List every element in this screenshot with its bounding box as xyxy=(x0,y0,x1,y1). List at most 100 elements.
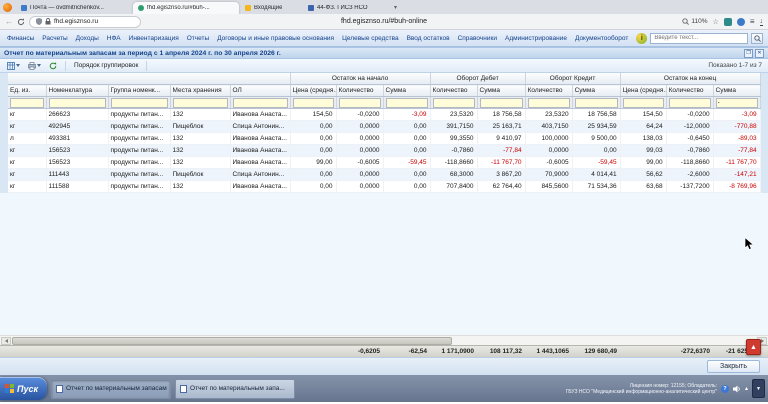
grid-cell: 64,24 xyxy=(620,120,667,133)
info-icon[interactable]: i xyxy=(636,32,648,44)
help-icon[interactable]: ? xyxy=(720,384,729,393)
close-button[interactable]: Закрыть xyxy=(707,360,760,373)
column-header[interactable]: Сумма xyxy=(713,84,761,97)
account-icon[interactable] xyxy=(736,17,745,26)
filter-input[interactable] xyxy=(622,98,664,108)
grid-cell: 9 500,00 xyxy=(572,132,621,145)
table-row[interactable]: л 493381 продукты питан... 132 Иванова Анаст… xyxy=(8,132,761,145)
scroll-left-icon[interactable] xyxy=(1,336,11,345)
column-header[interactable]: Группа номенк... xyxy=(108,84,171,97)
column-header[interactable]: Ед. из. xyxy=(8,84,47,97)
print-button[interactable] xyxy=(25,60,44,71)
filter-cell xyxy=(8,96,47,109)
menu-item-calculations[interactable]: Расчеты xyxy=(42,35,67,42)
menu-item-target-funds[interactable]: Целевые средства xyxy=(342,35,399,42)
column-header[interactable]: Сумма xyxy=(572,84,621,97)
total-cell: 129 680,49 xyxy=(584,348,617,355)
column-header[interactable]: Цена (средня... xyxy=(620,84,667,97)
zoom-indicator[interactable]: 110% xyxy=(682,18,708,25)
browser-tab-mail[interactable]: Почта — ovdmitrichenkov... xyxy=(16,2,132,14)
filter-input[interactable] xyxy=(48,98,106,108)
column-header[interactable]: Количество xyxy=(336,84,384,97)
browser-logo-icon[interactable] xyxy=(3,3,12,12)
menu-item-reports[interactable]: Отчеты xyxy=(187,35,209,42)
menu-item-nfa[interactable]: НФА xyxy=(107,35,121,42)
browser-tab-fhd[interactable]: fhd.egisznso.ru/#buh-... xyxy=(133,2,239,14)
filter-input[interactable] xyxy=(172,98,228,108)
address-bar[interactable]: fhd.egisznso.ru xyxy=(29,15,141,28)
total-cell: 1 443,1065 xyxy=(536,348,569,355)
taskbar-task-2[interactable]: Отчет по материальным запа... xyxy=(175,378,296,399)
page-title: Отчет по материальным запасам за период … xyxy=(4,49,281,57)
filter-input[interactable] xyxy=(232,98,288,108)
column-header[interactable]: Сумма xyxy=(477,84,526,97)
grid-cell: 0,00 xyxy=(290,180,337,193)
back-icon[interactable]: ← xyxy=(5,17,13,26)
grouping-order-button[interactable]: Порядок группировок xyxy=(71,60,141,71)
horizontal-scrollbar[interactable] xyxy=(0,335,768,345)
panel-restore-icon[interactable]: ❐ xyxy=(744,48,753,58)
column-header[interactable]: Номенклатура xyxy=(46,84,109,97)
menu-item-contracts[interactable]: Договоры и иные правовые основания xyxy=(217,35,334,42)
chevron-up-icon[interactable]: ▴ xyxy=(745,385,748,392)
grid-cell: продукты питан... xyxy=(108,132,171,145)
menu-item-document-flow[interactable]: Документооборот xyxy=(575,35,628,42)
menu-item-income[interactable]: Доходы xyxy=(76,35,99,42)
column-header[interactable]: Количество xyxy=(525,84,573,97)
tab-list-chevron-icon[interactable]: ▾ xyxy=(394,4,397,11)
extension-icon[interactable] xyxy=(723,17,732,26)
taskbar-task-1[interactable]: Отчет по материальным запасам xyxy=(51,378,172,399)
language-tray-button[interactable]: ▼ xyxy=(752,379,765,398)
column-header[interactable]: Сумма xyxy=(383,84,431,97)
column-header[interactable]: ОЛ xyxy=(230,84,291,97)
filter-cell xyxy=(46,96,109,109)
column-header[interactable]: Цена (средня... xyxy=(290,84,337,97)
caret-down-icon xyxy=(37,64,41,67)
column-header[interactable]: Места хранения xyxy=(170,84,231,97)
filter-cell xyxy=(336,96,384,109)
filter-input[interactable] xyxy=(110,98,168,108)
filter-input[interactable] xyxy=(527,98,570,108)
filter-input[interactable] xyxy=(10,98,44,108)
menu-icon[interactable]: ≡ xyxy=(750,17,755,26)
filter-input[interactable] xyxy=(668,98,711,108)
table-row[interactable]: кг 111443 продукты питан... Пищеблок Спица А… xyxy=(8,168,761,181)
table-row[interactable]: кг 156523 продукты питан... 132 Иванова Анас… xyxy=(8,144,761,157)
browser-tab-gisz[interactable]: 44-ФЗ. ГИСЗ НСО xyxy=(303,2,389,14)
filter-input[interactable] xyxy=(574,98,618,108)
filter-input[interactable] xyxy=(292,98,334,108)
task-label: Отчет по материальным запасам xyxy=(66,385,167,392)
scrollbar-thumb[interactable] xyxy=(12,336,452,345)
column-header[interactable]: Количество xyxy=(666,84,714,97)
bookmark-star-icon[interactable]: ☆ xyxy=(713,18,719,26)
filter-input[interactable] xyxy=(715,98,758,108)
volume-icon[interactable] xyxy=(732,385,741,393)
start-button[interactable]: Пуск xyxy=(0,377,48,400)
reload-icon[interactable] xyxy=(17,17,25,26)
table-row[interactable]: кг 492945 продукты питан... Пищеблок Спица А… xyxy=(8,120,761,133)
menu-item-finances[interactable]: Финансы xyxy=(7,35,34,42)
filter-input[interactable] xyxy=(479,98,523,108)
columns-button[interactable] xyxy=(4,60,23,71)
pdf-icon[interactable]: ▲ xyxy=(746,339,761,355)
filter-input[interactable] xyxy=(385,98,428,108)
menu-item-administration[interactable]: Администрирование xyxy=(505,35,567,42)
table-row[interactable]: кг 156523 продукты питан... 132 Иванова Анас… xyxy=(8,156,761,169)
table-row[interactable]: кг 111588 продукты питан... 132 Иванова Анас… xyxy=(8,180,761,193)
search-input[interactable] xyxy=(650,32,749,44)
total-cell: -0,6205 xyxy=(357,348,380,355)
column-header[interactable]: Количество xyxy=(430,84,478,97)
panel-close-icon[interactable]: ✕ xyxy=(755,48,764,58)
menu-item-opening-balances[interactable]: Ввод остатков xyxy=(407,35,450,42)
filter-input[interactable] xyxy=(338,98,381,108)
search-button[interactable] xyxy=(751,32,764,44)
browser-tab-inbox[interactable]: Входящие xyxy=(240,2,302,14)
menu-item-directories[interactable]: Справочники xyxy=(458,35,497,42)
refresh-button[interactable] xyxy=(46,60,60,71)
download-icon[interactable]: ↓ xyxy=(759,18,763,26)
filter-input[interactable] xyxy=(432,98,475,108)
grid-cell: -147,21 xyxy=(713,168,761,181)
table-row[interactable]: кг 266623 продукты питан... 132 Иванова Анас… xyxy=(8,108,761,121)
grid-cell: -0,6005 xyxy=(336,156,384,169)
menu-item-inventory[interactable]: Инвентаризация xyxy=(129,35,179,42)
